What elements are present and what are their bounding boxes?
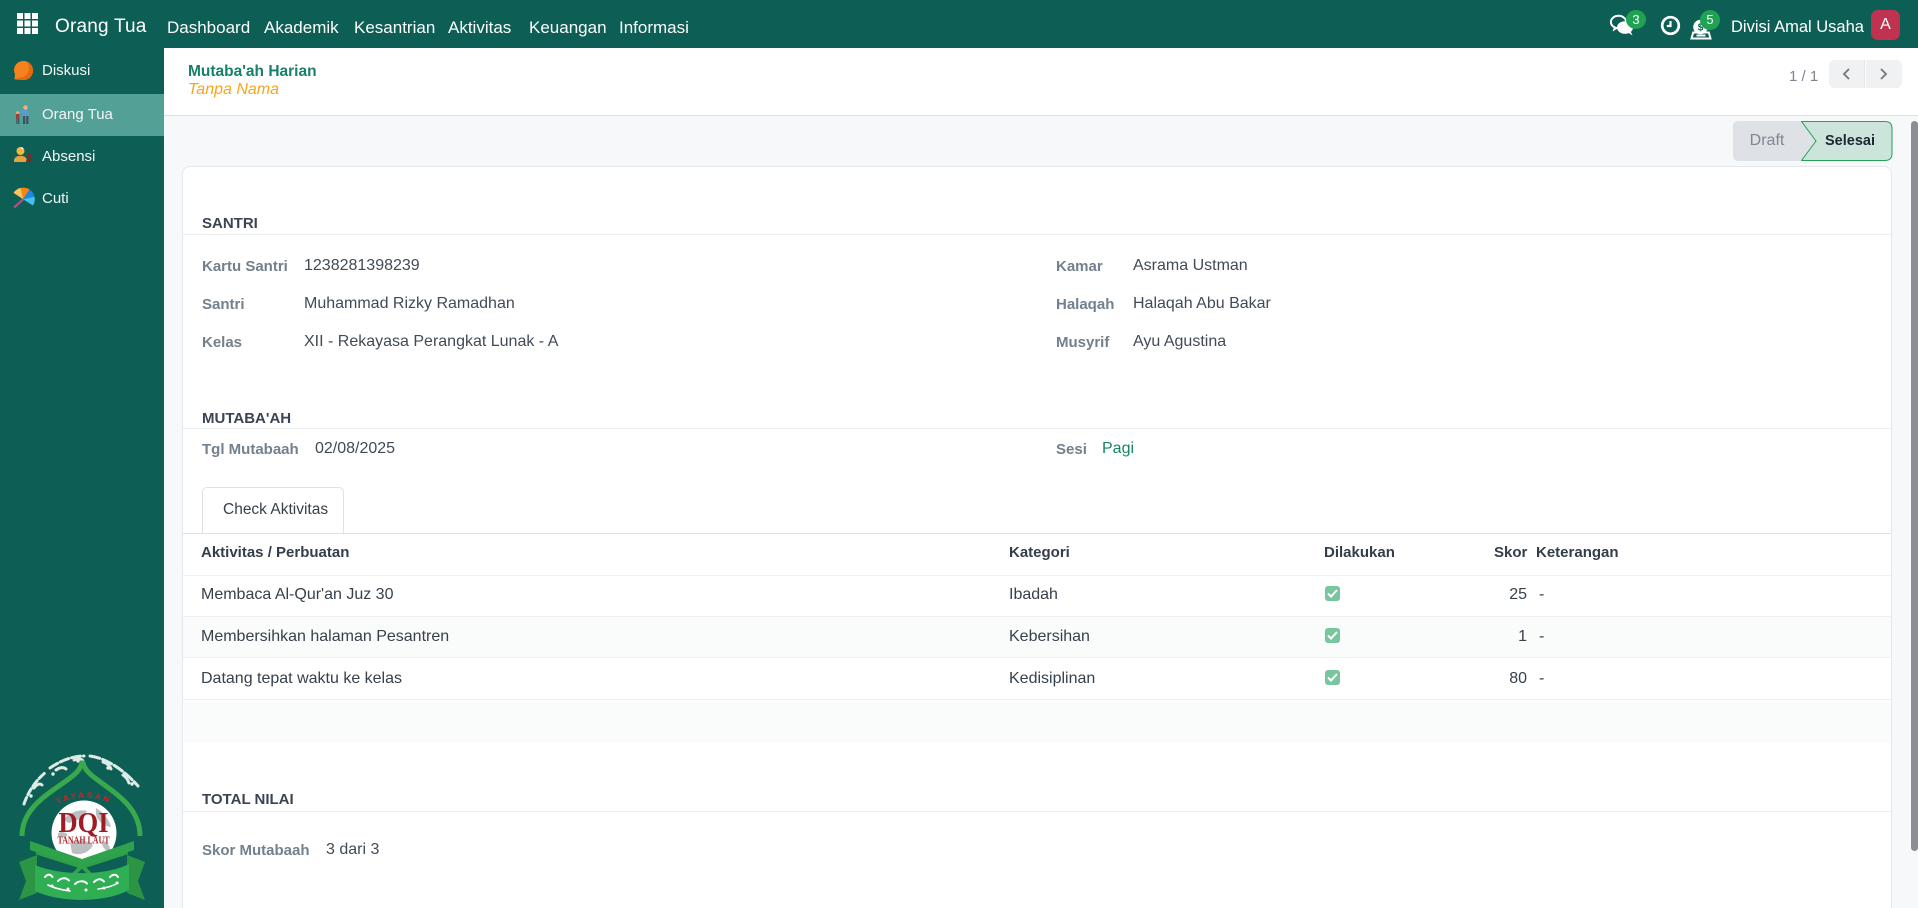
- svg-text:TANAH LAUT: TANAH LAUT: [58, 836, 110, 847]
- svg-text:DQI: DQI: [59, 807, 109, 839]
